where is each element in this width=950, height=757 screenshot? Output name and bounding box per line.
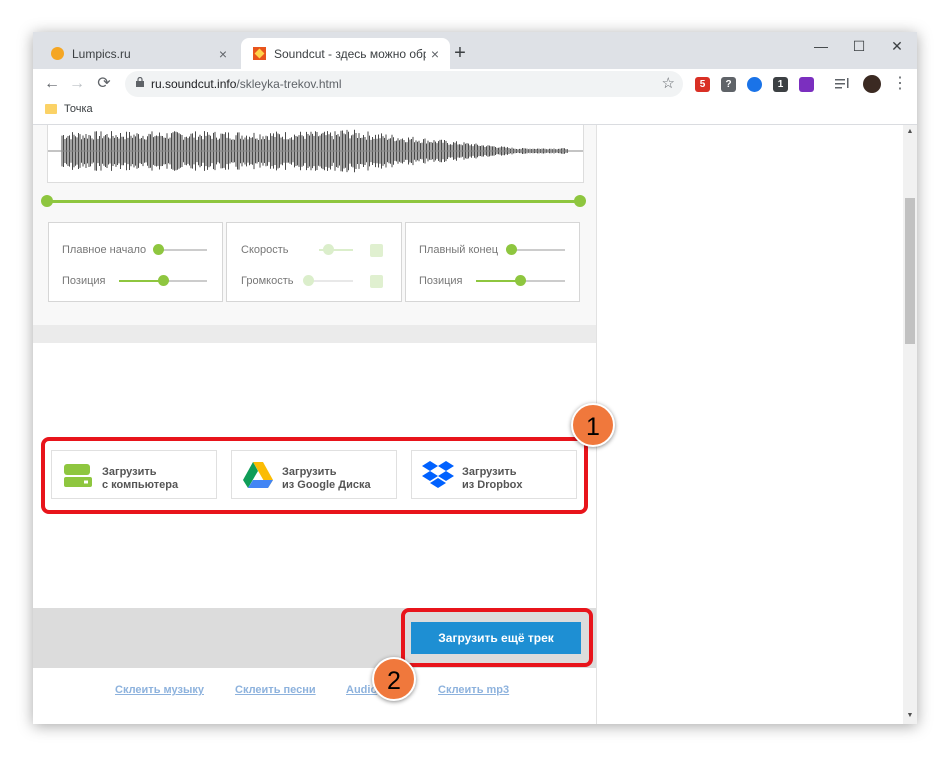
smooth-start-knob[interactable] [153, 244, 164, 255]
bookmark-tochka[interactable]: Точка [64, 103, 93, 115]
url-host: ru.soundcut.info [151, 77, 237, 91]
trim-start-handle[interactable] [41, 195, 53, 207]
address-bar[interactable]: ru.soundcut.info/skleyka-trekov.html ☆ [125, 71, 683, 97]
trim-end-handle[interactable] [574, 195, 586, 207]
fade-out-position-knob[interactable] [515, 275, 526, 286]
footer-links: Склеить музыку Склеить песни Audio Склеи… [33, 668, 596, 724]
tab-close-icon[interactable]: × [214, 46, 232, 62]
extension-cube-icon[interactable]: 1 [773, 77, 788, 92]
annotation-badge-1: 1 [571, 403, 615, 447]
tab-close-icon[interactable]: × [426, 46, 444, 62]
volume-knob[interactable] [303, 275, 314, 286]
reload-button[interactable]: ⟳ [93, 73, 115, 95]
extension-globe-icon[interactable] [747, 77, 762, 92]
back-button[interactable]: ← [41, 73, 63, 95]
scroll-up-arrow-icon[interactable]: ▲ [903, 128, 917, 135]
media-queue-icon[interactable] [835, 77, 851, 91]
tab-lumpics[interactable]: Lumpics.ru × [39, 38, 238, 69]
smooth-end-track[interactable] [510, 249, 565, 251]
trim-range-track[interactable] [47, 200, 582, 203]
bookmark-star-icon[interactable]: ☆ [662, 74, 675, 92]
fade-out-position-fill [476, 280, 518, 282]
position-label: Позиция [62, 275, 106, 287]
forward-button[interactable]: → [66, 73, 88, 95]
smooth-start-label: Плавное начало [62, 244, 147, 256]
minimize-button[interactable]: — [801, 34, 841, 58]
section-divider [33, 325, 596, 343]
tab-title: Lumpics.ru [72, 46, 131, 61]
page-content: Плавное начало Позиция Скорость Громкост… [33, 125, 917, 724]
upload-options-highlight [41, 437, 588, 514]
waveform-view[interactable] [47, 125, 584, 183]
browser-window: Lumpics.ru × Soundcut - здесь можно обре… [33, 32, 917, 724]
extension-badge: 1 [777, 79, 784, 90]
annotation-badge-2: 2 [372, 657, 416, 701]
smooth-end-label: Плавный конец [419, 244, 499, 256]
volume-checkbox[interactable] [370, 275, 383, 288]
lock-icon [136, 77, 144, 87]
maximize-button[interactable]: ☐ [839, 34, 879, 58]
url-path: /skleyka-trekov.html [236, 77, 342, 91]
soundcut-page: Плавное начало Позиция Скорость Громкост… [33, 125, 615, 724]
title-bar: Lumpics.ru × Soundcut - здесь можно обре… [33, 32, 917, 69]
fade-in-position-fill [119, 280, 161, 282]
scroll-down-arrow-icon[interactable]: ▼ [903, 712, 917, 719]
speed-knob[interactable] [323, 244, 334, 255]
url-text: ru.soundcut.info/skleyka-trekov.html [151, 77, 342, 91]
close-window-button[interactable]: ✕ [877, 34, 917, 58]
waveform-icon [48, 129, 583, 173]
soundcut-favicon-icon [253, 47, 266, 60]
extension-purple-icon[interactable] [799, 77, 814, 92]
extension-opera-icon[interactable]: 5 [695, 77, 710, 92]
browser-menu-icon[interactable]: ⋮ [889, 73, 911, 95]
fade-in-position-knob[interactable] [158, 275, 169, 286]
smooth-end-knob[interactable] [506, 244, 517, 255]
new-tab-button[interactable]: + [449, 42, 471, 65]
footer-link-mp3[interactable]: Склеить mp3 [438, 684, 509, 696]
more-button-highlight [401, 608, 593, 667]
smooth-start-track[interactable] [157, 249, 207, 251]
scroll-thumb[interactable] [905, 198, 915, 344]
extension-badge: 5 [699, 79, 706, 90]
extension-help-icon[interactable]: ? [721, 77, 736, 92]
extension-badge: ? [725, 79, 732, 90]
fade-in-panel: Плавное начало Позиция [48, 222, 223, 302]
page-scrollbar[interactable]: ▲ ▼ [903, 125, 917, 724]
tab-soundcut[interactable]: Soundcut - здесь можно обрезать × [241, 38, 450, 69]
folder-icon [45, 104, 57, 114]
speed-checkbox[interactable] [370, 244, 383, 257]
browser-toolbar: ← → ⟳ ru.soundcut.info/skleyka-trekov.ht… [33, 69, 917, 98]
lumpics-favicon-icon [51, 47, 64, 60]
fade-out-panel: Плавный конец Позиция [405, 222, 580, 302]
volume-label: Громкость [241, 275, 294, 287]
tab-title: Soundcut - здесь можно обрезать [274, 46, 426, 61]
speed-label: Скорость [241, 244, 289, 256]
position-label: Позиция [419, 275, 463, 287]
bookmarks-bar: Точка [33, 98, 917, 125]
footer-link-music[interactable]: Склеить музыку [115, 684, 204, 696]
footer-link-songs[interactable]: Склеить песни [235, 684, 316, 696]
speed-volume-panel: Скорость Громкость [226, 222, 402, 302]
profile-avatar[interactable] [863, 75, 881, 93]
